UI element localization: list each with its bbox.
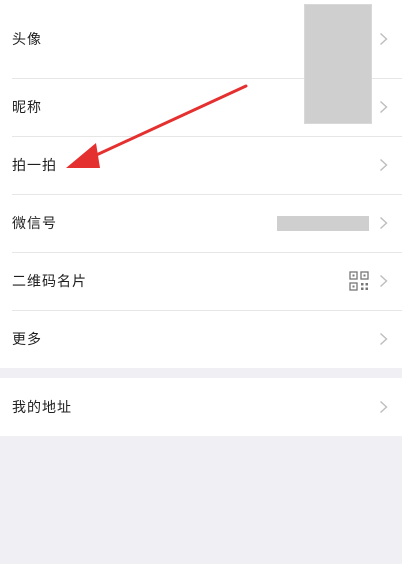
chevron-right-icon [380,100,388,114]
row-qr-code-right [349,271,388,291]
row-pat[interactable]: 拍一拍 [0,136,402,194]
qr-code-icon [349,271,369,291]
row-pat-label: 拍一拍 [12,158,57,174]
row-more-right [379,332,388,346]
row-avatar-label: 头像 [12,32,42,48]
section-gap [0,368,402,378]
chevron-right-icon [380,274,388,288]
row-qr-code[interactable]: 二维码名片 [0,252,402,310]
row-wechat-id-label: 微信号 [12,216,57,232]
chevron-right-icon [380,158,388,172]
row-wechat-id-right [277,215,388,231]
chevron-right-icon [380,32,388,46]
row-nickname-right [379,100,388,114]
row-avatar-right [379,32,388,46]
row-more[interactable]: 更多 [0,310,402,368]
row-more-label: 更多 [12,332,42,348]
chevron-right-icon [380,216,388,230]
row-my-address-right [379,400,388,414]
row-nickname-label: 昵称 [12,100,42,116]
chevron-right-icon [380,400,388,414]
row-my-address[interactable]: 我的地址 [0,378,402,436]
address-group: 我的地址 [0,378,402,436]
row-my-address-label: 我的地址 [12,400,72,416]
chevron-right-icon [380,332,388,346]
row-wechat-id[interactable]: 微信号 [0,194,402,252]
row-pat-right [379,158,388,172]
row-qr-code-label: 二维码名片 [12,274,87,290]
avatar-image-redacted[interactable] [304,4,372,124]
wechat-id-value-redacted [277,215,369,231]
